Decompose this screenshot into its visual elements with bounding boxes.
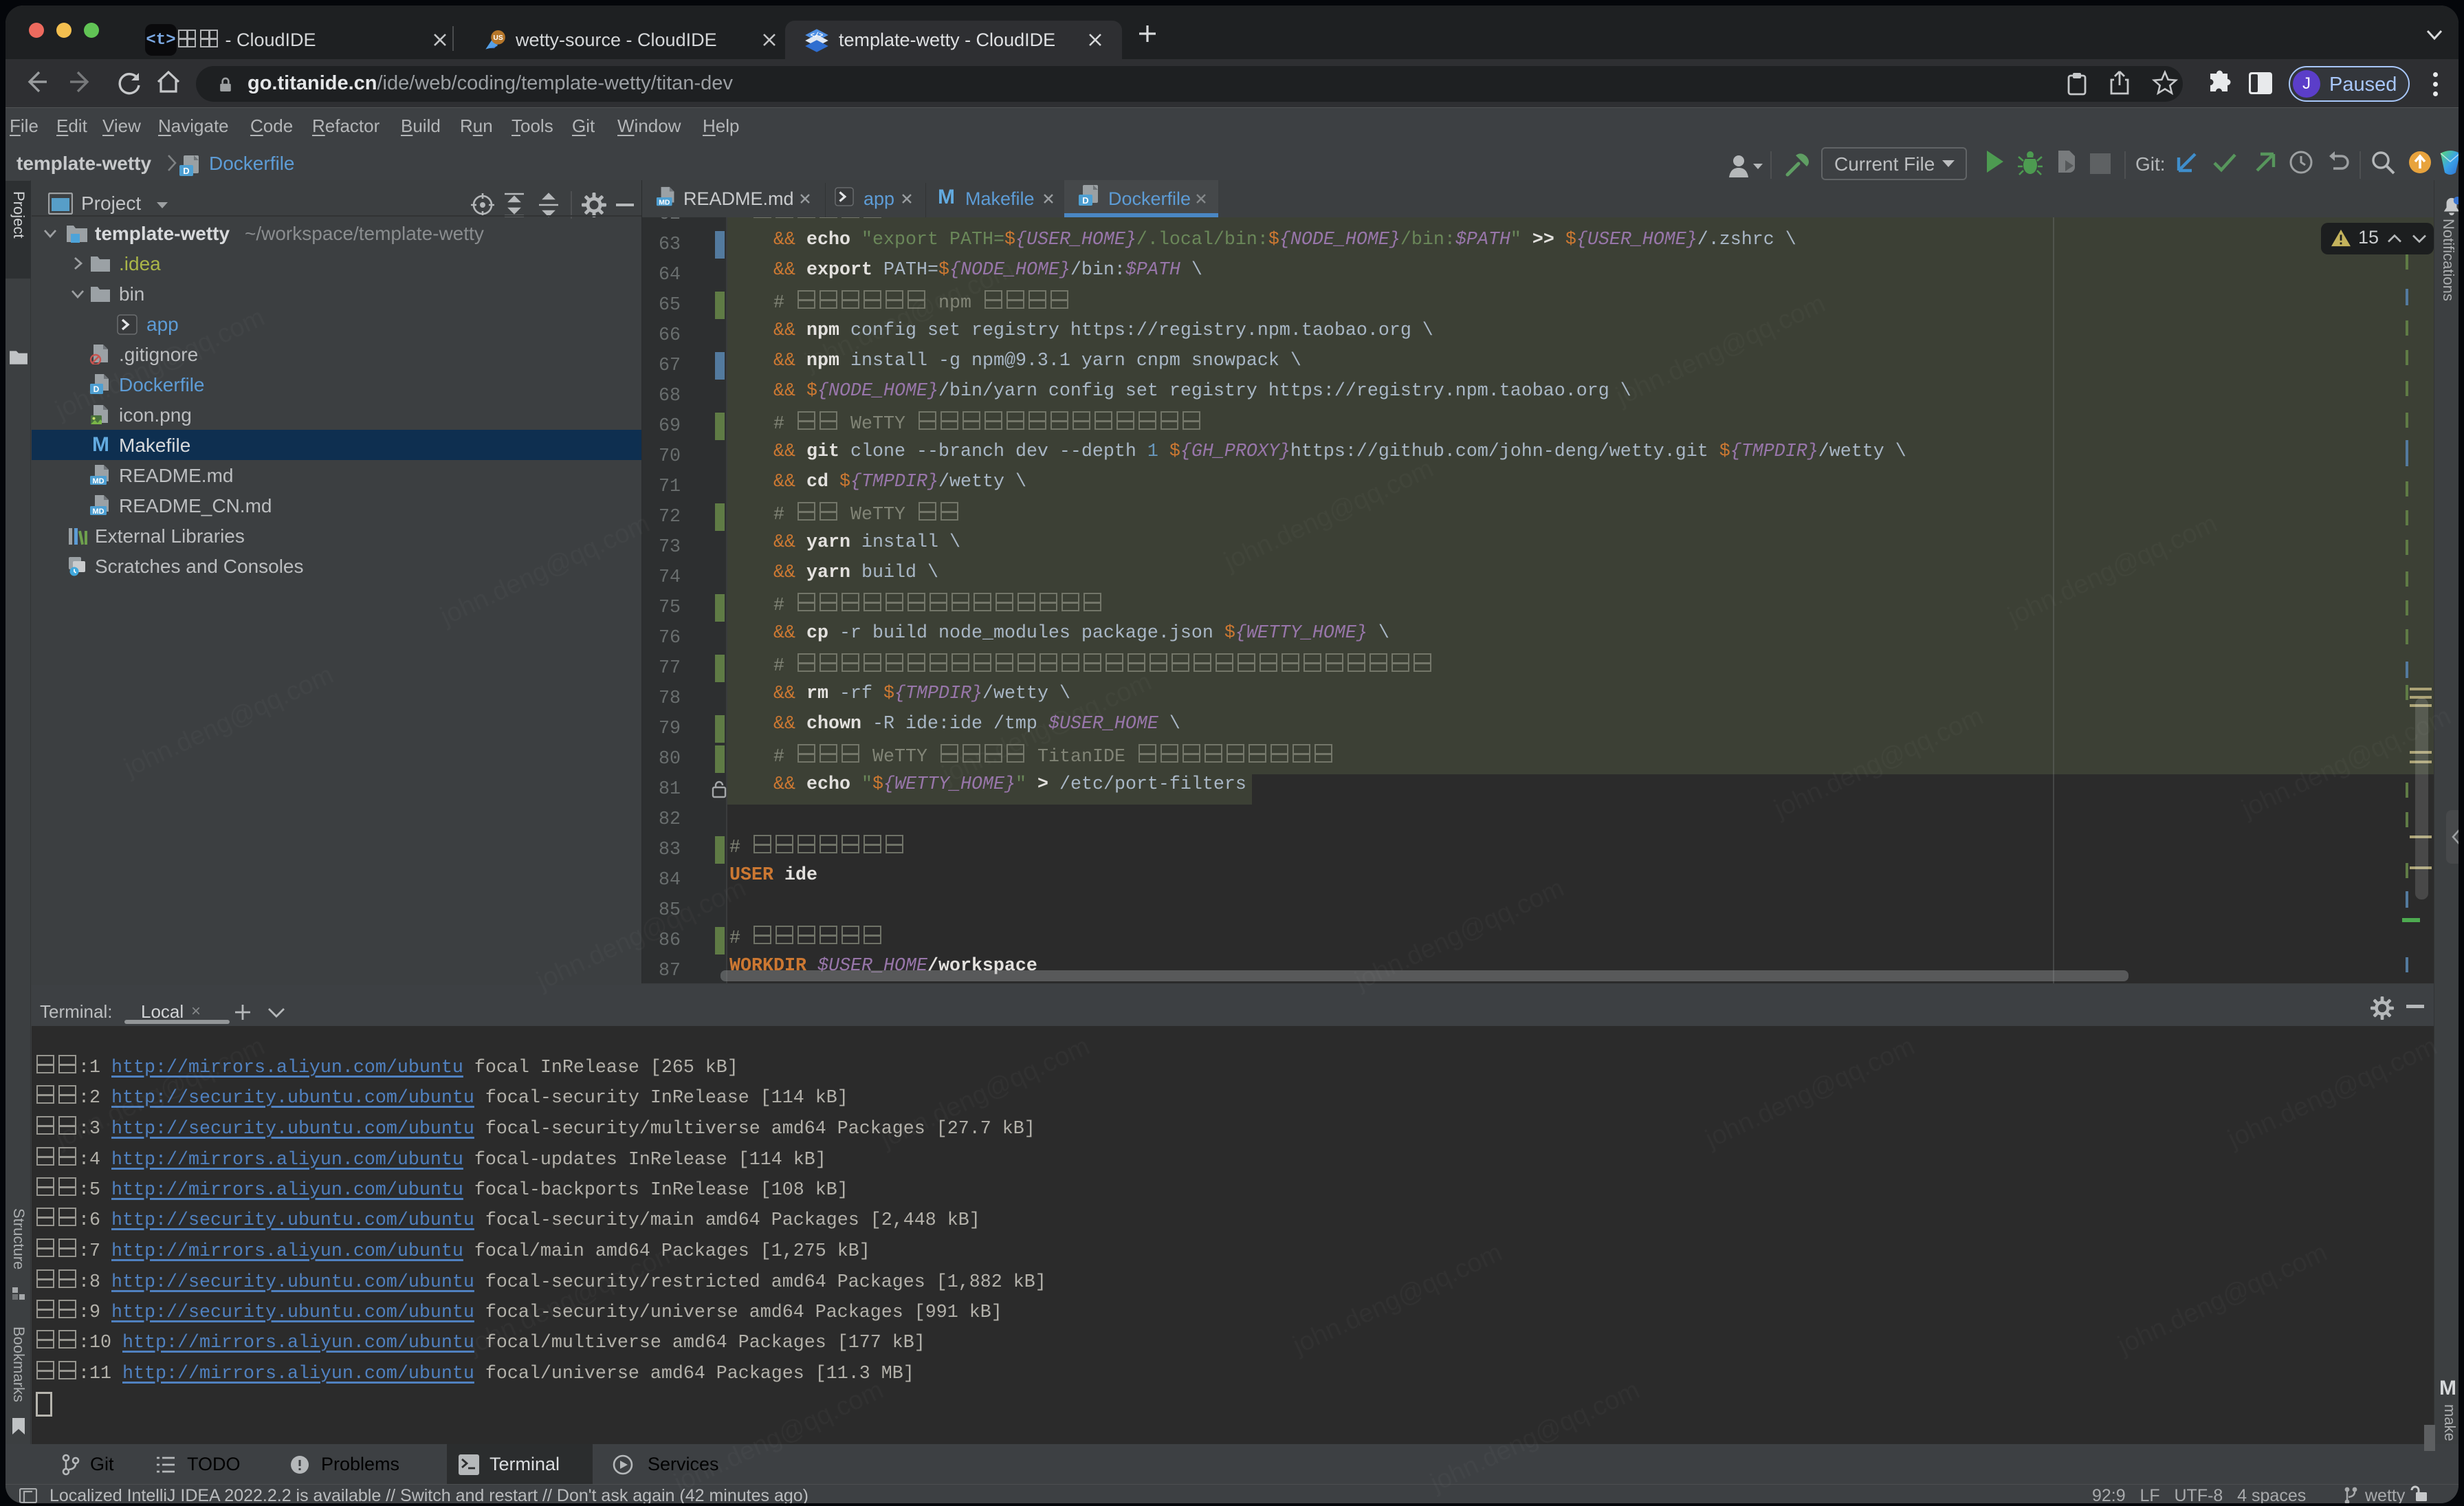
svg-text:US: US [493, 34, 503, 42]
svg-text:MD: MD [92, 477, 104, 485]
svg-text:MD: MD [659, 199, 670, 206]
svg-text:MD: MD [92, 508, 104, 516]
svg-text:D: D [183, 166, 189, 176]
svg-text:D: D [1082, 195, 1088, 206]
svg-text:</>: </> [811, 32, 824, 40]
